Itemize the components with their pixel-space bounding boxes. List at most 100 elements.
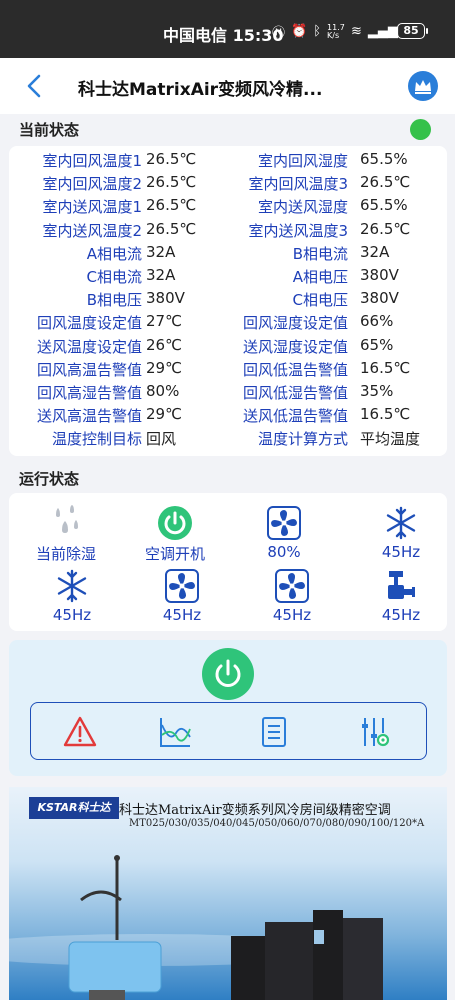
state-value: 65.5% [360, 150, 408, 168]
state-label: 送风温度设定值 [36, 337, 142, 356]
state-label: 送风湿度设定值 [242, 337, 348, 356]
state-label: 室内回风温度3 [248, 175, 348, 194]
brand-logo: KSTAR科士达 [29, 797, 119, 819]
state-label: 温度计算方式 [257, 430, 348, 449]
state-value: 16.5℃ [360, 405, 411, 424]
banner-headline: 科士达MatrixAir变频系列风冷房间级精密空调 [119, 803, 391, 818]
status-icons: Ⓝ ⏰ ᛒ 11.7 K/s ≋ ▂▄▆ [272, 22, 398, 41]
current-state-card: 室内回风温度1 26.5℃ 室内回风湿度 65.5% 室内回风温度2 26.5℃ 室内回风温… [9, 146, 447, 456]
state-value: 29℃ [146, 358, 182, 377]
run-item-label: 45Hz [162, 606, 202, 624]
state-label: 室内送风湿度 [257, 198, 348, 217]
state-label: 室内送风温度2 [42, 221, 142, 240]
run-item-label: 空调开机 [144, 545, 205, 563]
page-title: 科士达MatrixAir变频风冷精... [78, 80, 323, 100]
state-row: 室内回风温度2 26.5℃ 室内回风温度3 26.5℃ [9, 173, 447, 196]
state-row: 回风高温告警值 29℃ 回风低温告警值 16.5℃ [9, 359, 447, 382]
battery-indicator: 85 [397, 23, 428, 39]
fan-icon [275, 569, 309, 603]
signal-icon: ▂▄▆ [367, 24, 398, 39]
state-label: 室内送风温度3 [248, 221, 348, 240]
state-label: 回风高温告警值 [36, 360, 142, 379]
state-value: 26.5℃ [146, 173, 197, 192]
bluetooth-icon: ᛒ [313, 24, 322, 39]
run-item-label: 45Hz [381, 543, 421, 561]
state-row: 室内送风温度1 26.5℃ 室内送风湿度 65.5% [9, 196, 447, 219]
state-row: 送风温度设定值 26℃ 送风湿度设定值 65% [9, 336, 447, 359]
tool-bar [30, 702, 427, 760]
state-label: 回风低温告警值 [242, 360, 348, 379]
fan-icon [267, 506, 301, 540]
run-state-title: 运行状态 [19, 470, 80, 488]
settings-sliders-icon[interactable] [357, 715, 391, 749]
state-row: A相电流 32A B相电流 32A [9, 243, 447, 266]
run-item-fan: 80% [234, 505, 334, 561]
state-value: 26℃ [146, 335, 182, 354]
state-label: A相电压 [292, 268, 348, 286]
state-row: B相电压 380V C相电压 380V [9, 289, 447, 312]
net-speed: 11.7 K/s [327, 22, 345, 40]
state-value: 26.5℃ [146, 219, 197, 238]
run-item-compressor: 45Hz [351, 505, 451, 561]
state-value: 26.5℃ [146, 196, 197, 215]
power-icon [215, 659, 241, 687]
curve-chart-icon[interactable] [158, 715, 192, 749]
power-button[interactable] [202, 648, 254, 700]
snowflake-icon [386, 506, 416, 540]
product-image [9, 855, 383, 1000]
dehumidify-icon [56, 505, 78, 533]
state-label: 室内送风温度1 [42, 198, 142, 217]
product-banner[interactable]: KSTAR科士达 科士达MatrixAir变频系列风冷房间级精密空调 MT025… [9, 787, 447, 1000]
state-label: B相电流 [292, 244, 348, 263]
run-item-dehumidify: 当前除湿 [16, 505, 116, 564]
run-item-fan-2: 45Hz [132, 568, 232, 624]
state-label: 送风高温告警值 [36, 407, 142, 426]
system-status-bar: 中国电信 15:30 Ⓝ ⏰ ᛒ 11.7 K/s ≋ ▂▄▆ 85 [0, 0, 455, 58]
run-item-label: 45Hz [52, 606, 92, 624]
state-row: 室内回风温度1 26.5℃ 室内回风湿度 65.5% [9, 150, 447, 173]
state-value: 16.5℃ [360, 358, 411, 377]
state-value: 380V [146, 289, 185, 308]
online-status-indicator [410, 119, 431, 140]
state-value: 平均温度 [360, 430, 421, 449]
state-value: 26.5℃ [360, 219, 411, 238]
state-value: 26.5℃ [360, 173, 411, 192]
run-state-card: 当前除湿 空调开机 80% 45Hz 45Hz 45Hz 45Hz 45Hz [9, 493, 447, 631]
state-label: 室内回风温度1 [42, 152, 142, 170]
state-value: 380V [360, 266, 399, 284]
state-value: 80% [146, 382, 180, 400]
wifi-icon: ≋ [351, 24, 362, 39]
state-label: C相电压 [292, 291, 348, 310]
crown-icon[interactable] [408, 71, 438, 101]
state-label: 室内回风温度2 [42, 175, 142, 194]
run-item-label: 45Hz [272, 606, 312, 624]
state-value: 32A [360, 242, 390, 261]
state-label: B相电压 [86, 291, 142, 310]
state-value: 回风 [146, 430, 177, 449]
back-arrow-icon[interactable] [22, 72, 48, 100]
valve-icon [388, 571, 415, 599]
state-row: 送风高温告警值 29℃ 送风低温告警值 16.5℃ [9, 405, 447, 428]
state-value: 32A [146, 242, 176, 261]
alarm-clock-icon: ⏰ [291, 24, 308, 39]
state-value: 26.5℃ [146, 150, 197, 168]
state-label: 回风温度设定值 [36, 314, 142, 333]
state-label: 回风低湿告警值 [242, 384, 348, 402]
run-item-power: 空调开机 [125, 505, 225, 564]
run-item-fan-3: 45Hz [242, 568, 342, 624]
state-value: 32A [146, 266, 176, 284]
run-item-compressor-2: 45Hz [22, 568, 122, 624]
state-label: 回风高湿告警值 [36, 384, 142, 402]
state-value: 27℃ [146, 312, 182, 331]
state-row: 回风温度设定值 27℃ 回风湿度设定值 66% [9, 312, 447, 335]
carrier-time: 中国电信 15:30 [163, 26, 284, 45]
state-value: 65% [360, 335, 394, 354]
state-label: A相电流 [86, 244, 142, 263]
state-row: 回风高湿告警值 80% 回风低湿告警值 35% [9, 382, 447, 405]
alarm-icon[interactable] [63, 715, 97, 749]
app-header: 科士达MatrixAir变频风冷精... [0, 58, 455, 114]
list-icon[interactable] [257, 715, 291, 749]
run-item-label: 80% [267, 543, 301, 561]
run-item-label: 当前除湿 [35, 545, 96, 563]
run-item-valve: 45Hz [351, 568, 451, 624]
